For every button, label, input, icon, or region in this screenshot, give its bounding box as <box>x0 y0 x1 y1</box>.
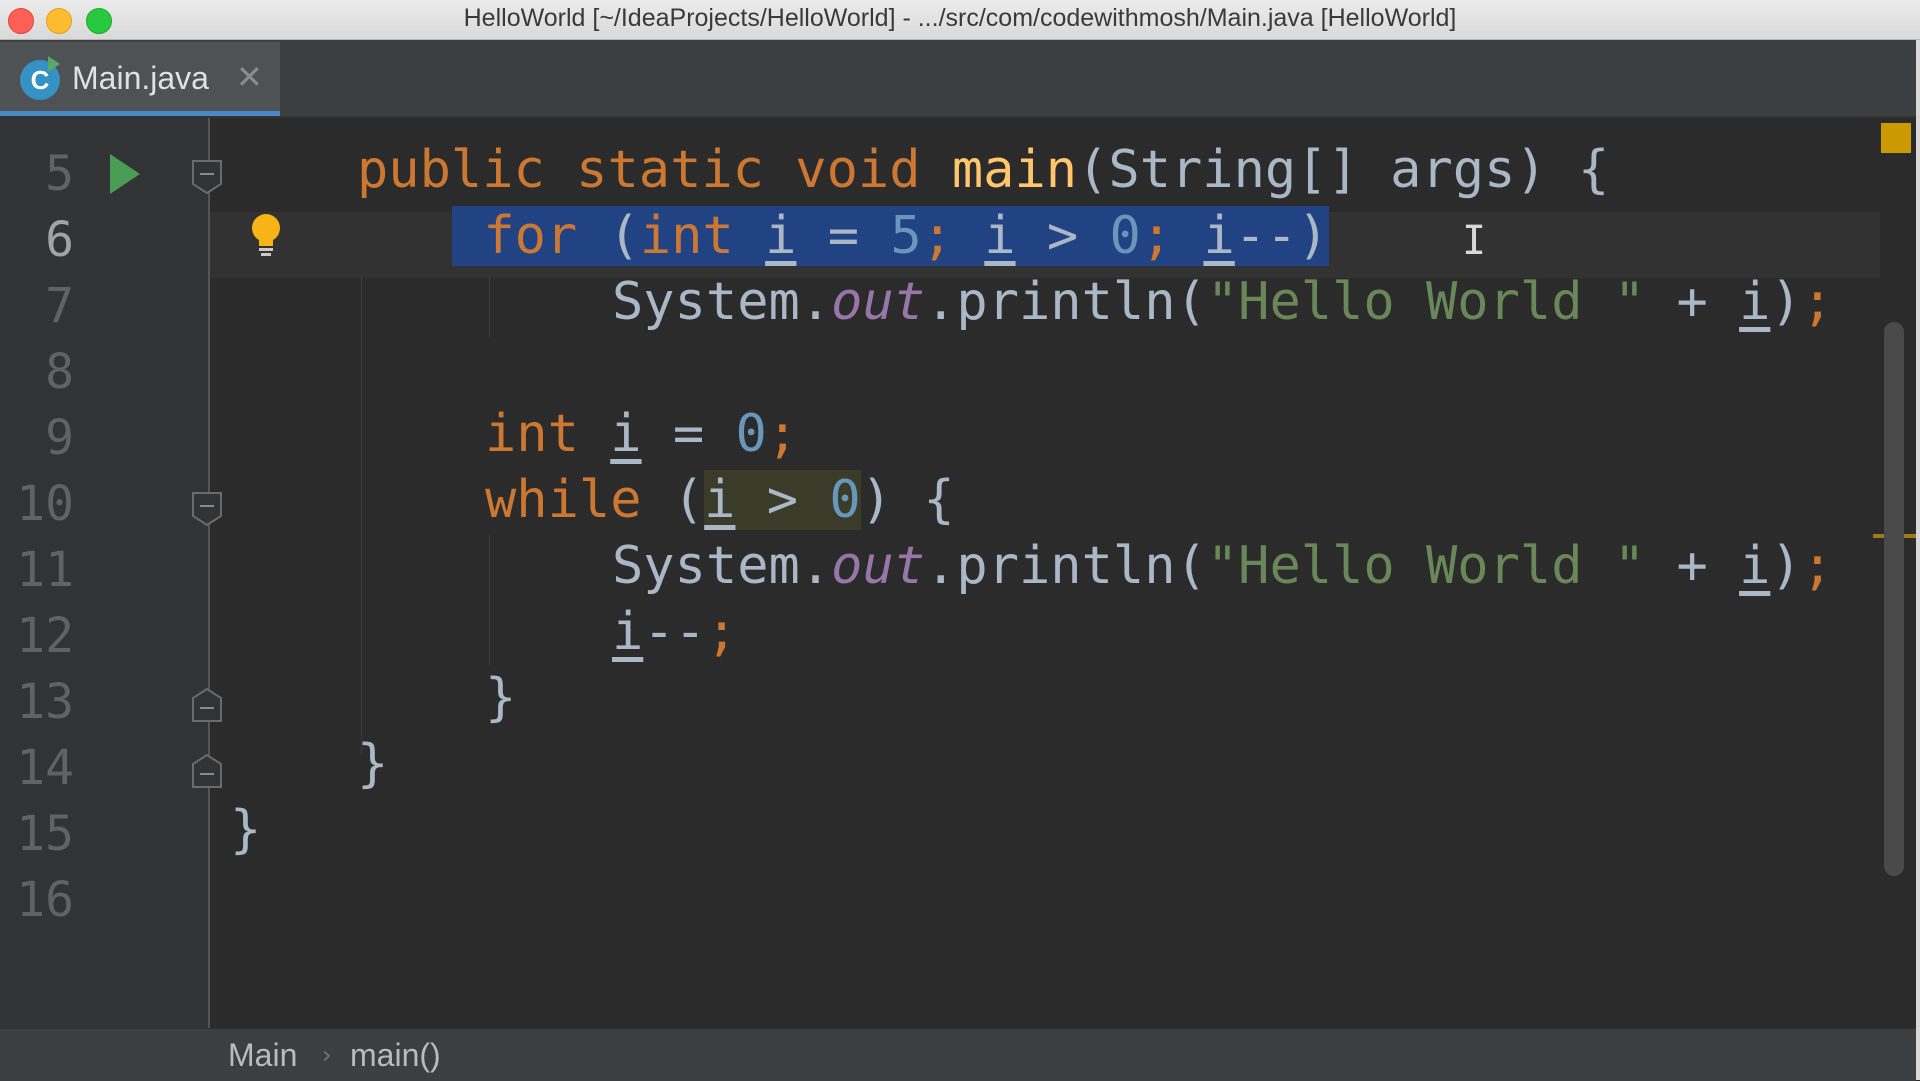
window-border <box>1916 40 1920 1080</box>
variable: i <box>984 206 1016 266</box>
number-literal: 0 <box>1109 206 1141 266</box>
keyword: while <box>485 470 642 530</box>
code-line-14[interactable]: } <box>357 734 388 794</box>
keyword: for <box>483 206 578 266</box>
code-line-12[interactable]: i--; <box>612 602 737 662</box>
semicolon: ; <box>1140 206 1173 266</box>
tab-main-java[interactable]: C Main.java ✕ <box>0 42 280 116</box>
lightbulb-icon[interactable] <box>248 212 284 260</box>
keyword: public static void <box>357 140 921 200</box>
line-number: 16 <box>16 872 74 928</box>
code-text: = <box>641 404 736 464</box>
matched-expression-highlight: i > 0 <box>704 470 861 530</box>
line-number: 7 <box>45 278 74 334</box>
window-title: HelloWorld [~/IdeaProjects/HelloWorld] -… <box>463 4 1457 32</box>
line-number: 14 <box>16 740 74 796</box>
code-text: ) { <box>860 470 955 530</box>
runnable-badge-icon <box>48 56 60 72</box>
line-number: 8 <box>45 344 74 400</box>
number-literal: 5 <box>890 206 922 266</box>
code-text: + <box>1645 536 1740 596</box>
line-number: 10 <box>16 476 74 532</box>
indent-guide <box>489 275 490 337</box>
static-field: out <box>831 272 926 332</box>
code-text: --) <box>1234 206 1329 266</box>
fold-marker-icon[interactable] <box>192 492 222 527</box>
variable: i <box>612 602 644 662</box>
keyword: int <box>639 206 734 266</box>
code-line-10[interactable]: while (i > 0) { <box>485 470 955 530</box>
line-number: 9 <box>45 410 74 466</box>
code-text: = <box>796 206 891 266</box>
variable: i <box>610 404 642 464</box>
line-number: 6 <box>45 212 74 268</box>
fold-marker-icon[interactable] <box>192 160 222 195</box>
inspection-status-icon[interactable] <box>1881 123 1911 153</box>
code-text: > <box>1015 206 1110 266</box>
fold-marker-icon[interactable] <box>192 753 222 788</box>
indent-guide <box>361 275 362 755</box>
code-text: ) <box>1770 536 1802 596</box>
code-line-9[interactable]: int i = 0; <box>485 404 798 464</box>
code-text: System. <box>612 536 832 596</box>
number-literal: 0 <box>829 470 861 530</box>
code-line-11[interactable]: System.out.println("Hello World " + i); <box>612 536 1833 596</box>
code-text: ( <box>641 470 705 530</box>
number-literal: 0 <box>735 404 767 464</box>
variable: i <box>704 470 736 530</box>
semicolon: ; <box>921 206 953 266</box>
run-gutter-icon[interactable] <box>110 154 140 194</box>
semicolon: ; <box>1801 272 1833 332</box>
line-number: 5 <box>45 146 74 202</box>
fold-marker-icon[interactable] <box>192 687 222 722</box>
code-text: (String[] args) { <box>1077 140 1610 200</box>
string-literal: "Hello World " <box>1206 536 1646 596</box>
close-icon[interactable]: ✕ <box>236 58 263 96</box>
code-text: + <box>1645 272 1740 332</box>
breadcrumb-item-method[interactable]: main() <box>350 1037 441 1074</box>
code-line-15[interactable]: } <box>230 800 261 860</box>
variable: i <box>765 206 797 266</box>
line-number: 15 <box>16 806 74 862</box>
text-cursor-icon: I <box>1462 218 1487 264</box>
code-line-6[interactable]: for (int i = 5; i > 0; i--) <box>452 206 1329 266</box>
code-text: ( <box>577 206 640 266</box>
editor-tab-bar: C Main.java ✕ <box>0 40 1920 118</box>
tab-label: Main.java <box>72 60 209 96</box>
breadcrumb-separator: › <box>322 1041 332 1069</box>
line-number: 11 <box>16 542 74 598</box>
keyword: int <box>485 404 579 464</box>
active-tab-indicator <box>0 111 280 116</box>
code-text: > <box>735 470 830 530</box>
code-line-7[interactable]: System.out.println("Hello World " + i); <box>612 272 1833 332</box>
code-text: .println( <box>925 536 1207 596</box>
variable: i <box>1739 272 1771 332</box>
code-line-5[interactable]: public static void main(String[] args) { <box>357 140 1609 200</box>
indent-guide <box>489 535 490 665</box>
code-text: System. <box>612 272 832 332</box>
semicolon: ; <box>705 602 738 662</box>
breadcrumb-item-class[interactable]: Main <box>228 1037 297 1074</box>
variable: i <box>1739 536 1771 596</box>
code-text: -- <box>643 602 706 662</box>
line-number: 13 <box>16 674 74 730</box>
semicolon: ; <box>1801 536 1833 596</box>
code-text: ) <box>1770 272 1802 332</box>
line-number: 12 <box>16 608 74 664</box>
vertical-scrollbar[interactable] <box>1884 322 1904 876</box>
breadcrumb: Main › main() <box>0 1028 1916 1081</box>
method-name: main <box>951 140 1078 200</box>
selection: for (int i = 5; i > 0; i--) <box>452 206 1329 266</box>
variable: i <box>1203 206 1235 266</box>
static-field: out <box>831 536 926 596</box>
semicolon: ; <box>766 404 799 464</box>
code-text: .println( <box>925 272 1207 332</box>
code-line-13[interactable]: } <box>485 668 516 728</box>
string-literal: "Hello World " <box>1206 272 1646 332</box>
title-bar: HelloWorld [~/IdeaProjects/HelloWorld] -… <box>0 0 1920 40</box>
